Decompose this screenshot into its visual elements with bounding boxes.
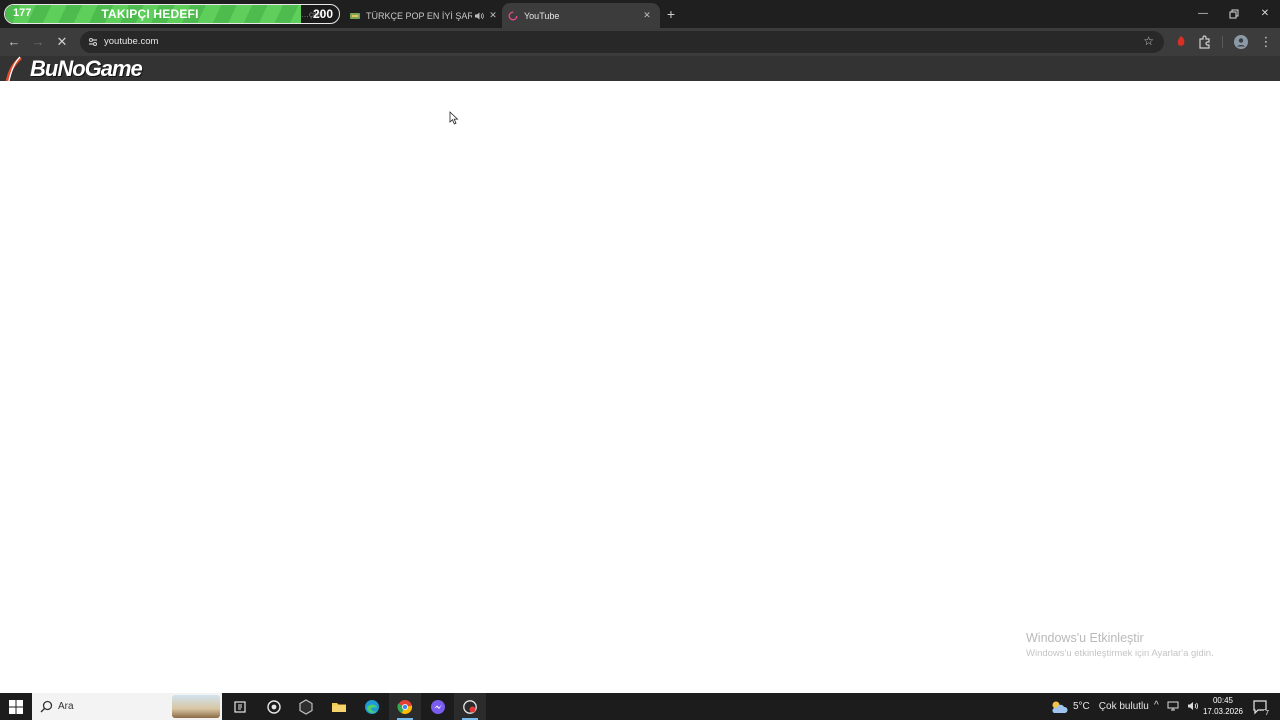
forward-button[interactable]: →: [30, 34, 46, 50]
cloudy-weather-icon: [1052, 701, 1068, 713]
more-menu-icon[interactable]: ⋮: [1258, 34, 1274, 50]
speaker-icon[interactable]: [472, 9, 486, 23]
windows-taskbar: Ara 5°C Çok bulutlu ^ 00:45 17.03.2026 7: [0, 693, 1280, 720]
cube-app-icon[interactable]: [290, 693, 322, 720]
extensions-puzzle-icon[interactable]: [1197, 34, 1213, 50]
notification-count: 7: [1264, 710, 1270, 717]
bookmark-star-icon[interactable]: ☆: [1143, 34, 1154, 48]
stop-loading-button[interactable]: ✕: [54, 34, 70, 50]
search-placeholder: Ara: [58, 701, 74, 712]
browser-toolbar: ← → ✕ youtube.com ☆ ⋮: [0, 28, 1280, 56]
weather-description: Çok bulutlu: [1098, 701, 1149, 712]
recording-app-icon[interactable]: [454, 693, 486, 720]
music-favicon: [350, 12, 360, 19]
address-bar[interactable]: youtube.com ☆: [80, 31, 1164, 53]
search-highlight-image: [172, 695, 220, 718]
chevron-up-icon[interactable]: ^: [1154, 700, 1159, 714]
task-view-icon[interactable]: [224, 693, 256, 720]
follower-goal-target: 200: [312, 7, 333, 21]
restore-icon[interactable]: [1226, 6, 1242, 22]
profile-avatar[interactable]: [1233, 34, 1249, 50]
system-tray: ^: [1154, 700, 1199, 714]
activation-watermark-title: Windows'u Etkinleştir: [1026, 631, 1144, 645]
clock[interactable]: 00:45 17.03.2026: [1200, 695, 1246, 717]
weather-temperature: 5°C: [1073, 701, 1090, 712]
extension-red-icon[interactable]: [1173, 34, 1189, 50]
tab-youtube[interactable]: YouTube ✕: [502, 3, 660, 28]
toolbar-divider: [1222, 36, 1223, 48]
close-window-icon[interactable]: ✕: [1257, 6, 1273, 22]
clock-date: 17.03.2026: [1202, 707, 1244, 716]
taskbar-search-box[interactable]: Ara: [32, 693, 222, 720]
close-icon[interactable]: ✕: [486, 9, 500, 23]
weather-widget[interactable]: 5°C Çok bulutlu: [1050, 693, 1149, 720]
tab-title: YouTube: [524, 10, 560, 21]
url-text: youtube.com: [104, 36, 159, 47]
steam-icon[interactable]: [258, 693, 290, 720]
tab-turkce-pop[interactable]: TÜRKÇE POP EN İYİ ŞARKI ✕: [344, 3, 500, 28]
chrome-icon[interactable]: [389, 693, 421, 720]
follower-goal-overlay: 177 TAKIPÇI HEDEFI …çiler 200: [4, 4, 340, 24]
edge-browser-icon[interactable]: [356, 693, 388, 720]
windows-start-icon[interactable]: [8, 699, 24, 715]
back-button[interactable]: ←: [6, 34, 22, 50]
site-info-icon[interactable]: [86, 35, 100, 49]
notification-center-icon[interactable]: 7: [1252, 699, 1270, 717]
messenger-app-icon[interactable]: [422, 693, 454, 720]
close-icon[interactable]: ✕: [640, 9, 654, 23]
page-content: [0, 81, 1280, 693]
logo-text: BuNoGame: [30, 56, 143, 81]
tab-strip: 177 TAKIPÇI HEDEFI …çiler 200 TÜRKÇE POP…: [0, 0, 1280, 28]
tab-title: TÜRKÇE POP EN İYİ ŞARKI: [366, 10, 472, 21]
minimize-icon[interactable]: —: [1195, 6, 1211, 22]
clock-time: 00:45: [1212, 696, 1234, 705]
file-explorer-icon[interactable]: [323, 693, 355, 720]
follower-goal-title: TAKIPÇI HEDEFI: [101, 7, 199, 21]
stream-logo-band: BuNoGame: [0, 56, 1280, 81]
activation-watermark-subtitle: Windows'u etkinleştirmek için Ayarlar'a …: [1026, 648, 1214, 659]
search-icon: [40, 700, 53, 713]
new-tab-button[interactable]: +: [663, 6, 679, 22]
mouse-cursor-icon: [449, 111, 459, 125]
volume-icon[interactable]: [1187, 700, 1199, 712]
network-icon[interactable]: [1167, 700, 1179, 712]
loading-favicon: [508, 11, 518, 20]
